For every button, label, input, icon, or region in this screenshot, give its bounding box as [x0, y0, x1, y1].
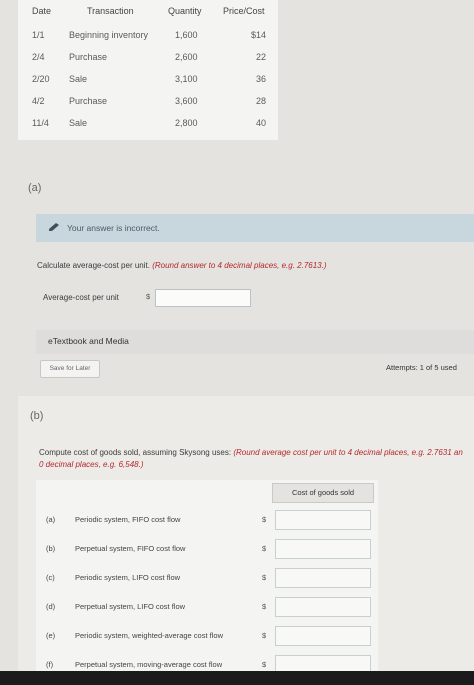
- cogs-row-currency: $: [262, 602, 267, 611]
- cogs-row-letter: (f): [46, 660, 54, 669]
- cogs-row-letter: (a): [46, 515, 56, 524]
- part-b-instruction-cont: 0 decimal places, e.g. 6,548.): [39, 460, 144, 469]
- average-cost-label: Average-cost per unit: [43, 293, 119, 302]
- part-b-question: Compute cost of goods sold, assuming Sky…: [39, 448, 463, 457]
- part-b-instruction-2: 0 decimal places, e.g. 6,548.): [39, 460, 144, 469]
- part-a-instruction: (Round answer to 4 decimal places, e.g. …: [152, 261, 327, 270]
- etextbook-link[interactable]: eTextbook and Media: [48, 336, 129, 346]
- cogs-row-currency: $: [262, 515, 267, 524]
- row-date: 2/4: [32, 52, 45, 62]
- row-date: 11/4: [32, 118, 49, 128]
- cogs-row-currency: $: [262, 631, 267, 640]
- etextbook-bar[interactable]: eTextbook and Media: [36, 330, 474, 354]
- cogs-row-label: Perpetual system, LIFO cost flow: [75, 602, 186, 611]
- part-b-instruction-1: (Round average cost per unit to 4 decima…: [233, 448, 463, 457]
- row-quantity: 3,600: [175, 96, 198, 106]
- part-b-label: (b): [30, 410, 44, 422]
- table-header-price: Price/Cost: [223, 6, 265, 16]
- row-quantity: 3,100: [175, 74, 198, 84]
- part-a-question-text: Calculate average-cost per unit.: [37, 261, 150, 270]
- row-price: 28: [255, 96, 266, 106]
- row-date: 2/20: [32, 74, 50, 84]
- cogs-row-currency: $: [262, 573, 267, 582]
- cogs-row-letter: (c): [46, 573, 55, 582]
- row-transaction: Sale: [69, 74, 88, 84]
- part-b-question-text: Compute cost of goods sold, assuming Sky…: [39, 448, 232, 457]
- cogs-input-periodic-lifo[interactable]: [275, 568, 371, 588]
- cogs-row-letter: (e): [46, 631, 56, 640]
- cogs-row-letter: (b): [46, 544, 56, 553]
- cogs-input-periodic-fifo[interactable]: [275, 510, 371, 530]
- row-price: 36: [255, 74, 266, 84]
- row-transaction: Purchase: [69, 52, 108, 62]
- average-cost-input[interactable]: [155, 289, 251, 307]
- part-a-question: Calculate average-cost per unit. (Round …: [37, 261, 327, 270]
- cogs-row-label: Periodic system, LIFO cost flow: [75, 573, 181, 582]
- incorrect-notice: Your answer is incorrect.: [36, 214, 474, 242]
- cogs-row-label: Perpetual system, moving-average cost fl…: [75, 660, 223, 669]
- bottom-bezel: [0, 671, 474, 685]
- row-transaction: Sale: [69, 118, 88, 128]
- row-quantity: 1,600: [175, 30, 198, 40]
- row-price: 22: [255, 52, 266, 62]
- cogs-input-perpetual-lifo[interactable]: [275, 597, 371, 617]
- save-for-later-button[interactable]: Save for Later: [40, 360, 100, 378]
- table-header-transaction: Transaction: [87, 6, 134, 16]
- cogs-row-label: Perpetual system, FIFO cost flow: [75, 544, 186, 553]
- row-quantity: 2,600: [175, 52, 198, 62]
- cogs-input-perpetual-fifo[interactable]: [275, 539, 371, 559]
- table-header-date: Date: [32, 6, 52, 16]
- cogs-row-currency: $: [262, 660, 267, 669]
- attempts-counter: Attempts: 1 of 5 used: [386, 363, 457, 372]
- cogs-row-label: Periodic system, weighted-average cost f…: [75, 631, 223, 640]
- cogs-column-header: Cost of goods sold: [272, 483, 374, 503]
- pencil-icon: [49, 223, 59, 231]
- row-quantity: 2,800: [175, 118, 198, 128]
- row-price: 40: [255, 118, 266, 128]
- cogs-row-letter: (d): [46, 602, 56, 611]
- incorrect-notice-text: Your answer is incorrect.: [67, 223, 160, 233]
- average-cost-currency: $: [146, 292, 151, 301]
- cogs-row-label: Periodic system, FIFO cost flow: [75, 515, 181, 524]
- cogs-row-currency: $: [262, 544, 267, 553]
- row-transaction: Purchase: [69, 96, 108, 106]
- row-transaction: Beginning inventory: [69, 30, 149, 40]
- row-price: $14: [250, 30, 266, 40]
- cogs-input-periodic-weighted[interactable]: [275, 626, 371, 646]
- row-date: 4/2: [32, 96, 45, 106]
- table-header-quantity: Quantity: [168, 6, 202, 16]
- row-date: 1/1: [32, 30, 45, 40]
- part-a-label: (a): [28, 182, 42, 194]
